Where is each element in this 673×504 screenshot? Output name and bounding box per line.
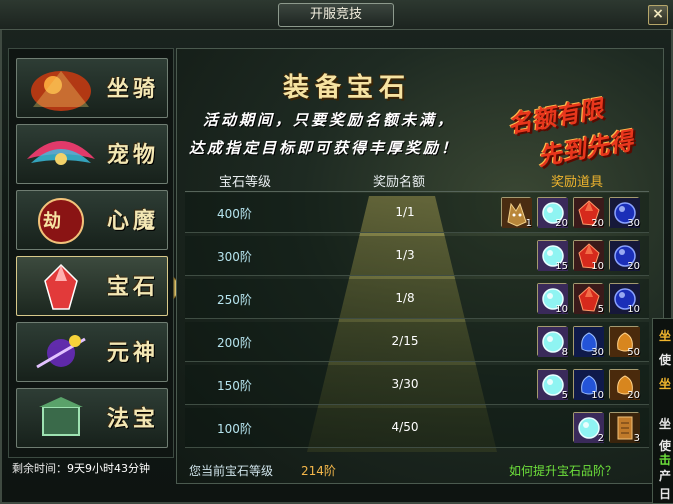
title-bar: 开服竞技 × <box>0 0 673 30</box>
tooltip-char: 坐 <box>659 417 672 431</box>
reward-item-slot[interactable]: 20 <box>609 369 640 401</box>
sidebar-item-label: 元神 <box>106 340 159 366</box>
pet-icon <box>27 141 95 165</box>
table-row: 200阶 2/15 8 30 50 <box>185 322 649 362</box>
header-reward-items: 奖励道具 <box>551 175 604 190</box>
reward-item-slot[interactable]: 10 <box>609 283 640 315</box>
reward-quota: 3/30 <box>391 377 419 391</box>
reward-item-slot[interactable]: 20 <box>609 240 640 272</box>
gem-level: 200阶 <box>217 336 252 350</box>
item-count: 10 <box>591 390 604 401</box>
reward-item-slot[interactable]: 1 <box>501 197 532 229</box>
sidebar-item[interactable]: 坐骑 <box>16 58 168 118</box>
tooltip-char: 产 <box>659 469 672 483</box>
reward-quota: 1/8 <box>395 291 415 305</box>
table-row: 300阶 1/3 15 10 20 <box>185 236 649 276</box>
gem-level: 250阶 <box>217 293 252 307</box>
reward-quota: 4/50 <box>391 420 419 434</box>
reward-quota: 1/1 <box>395 205 415 219</box>
reward-table: 宝石等级 奖励名额 奖励道具 400阶 1/1 1 20 20 30 300阶 1/3 15 10… <box>185 166 649 452</box>
sidebar-item[interactable]: 法宝 <box>16 388 168 448</box>
tooltip-char: 坐 <box>659 377 672 391</box>
tooltip-char: 击 <box>659 453 672 467</box>
table-row: 250阶 1/8 10 5 10 <box>185 279 649 319</box>
item-count: 15 <box>555 261 568 272</box>
sidebar-item[interactable]: 元神 <box>16 322 168 382</box>
table-row: 400阶 1/1 1 20 20 30 <box>185 193 649 233</box>
spirit-icon <box>36 335 86 369</box>
header-gem-level: 宝石等级 <box>219 175 272 190</box>
reward-quota: 2/15 <box>391 334 419 348</box>
sidebar-item[interactable]: 宠物 <box>16 124 168 184</box>
artifact-icon <box>39 397 83 436</box>
sidebar-item-label: 心魔 <box>106 208 159 234</box>
sidebar-item-label: 宠物 <box>106 142 159 168</box>
description-line-1: 活动期间，只要奖励名额未满， <box>203 111 456 129</box>
description-line-2: 达成指定目标即可获得丰厚奖励！ <box>189 139 460 157</box>
item-count: 10 <box>591 261 604 272</box>
reward-item-slot[interactable]: 15 <box>537 240 568 272</box>
current-level-value: 214阶 <box>301 464 336 478</box>
gem-level: 100阶 <box>217 422 252 436</box>
remaining-time: 剩余时间：9天9小时43分钟 <box>12 460 150 476</box>
remaining-time-value: 9天9小时43分钟 <box>67 462 150 475</box>
item-count: 30 <box>627 218 640 229</box>
window-title: 开服竞技 <box>278 3 394 27</box>
sidebar-item-label: 坐骑 <box>106 76 159 102</box>
mount-icon <box>31 71 91 111</box>
page-title: 装备宝石 <box>282 73 411 103</box>
gem-icon <box>44 263 78 310</box>
reward-item-slot[interactable]: 10 <box>537 283 568 315</box>
reward-item-slot[interactable]: 2 <box>573 412 604 444</box>
item-count: 20 <box>555 218 568 229</box>
item-count: 10 <box>555 304 568 315</box>
sidebar-item[interactable]: 劫 心魔 <box>16 190 168 250</box>
reward-item-slot[interactable]: 20 <box>573 197 604 229</box>
reward-item-slot[interactable]: 5 <box>537 369 568 401</box>
reward-quota: 1/3 <box>395 248 415 262</box>
tooltip-char: 日 <box>659 487 672 501</box>
reward-item-slot[interactable]: 30 <box>573 326 604 358</box>
reward-item-slot[interactable]: 5 <box>573 283 604 315</box>
sidebar-item-label: 法宝 <box>106 406 159 432</box>
tooltip-char: 使 <box>659 353 672 367</box>
sidebar-item-label: 宝石 <box>106 274 159 300</box>
demon-emblem-text: 劫 <box>43 211 61 232</box>
reward-item-slot[interactable]: 8 <box>537 326 568 358</box>
table-header: 宝石等级 奖励名额 奖励道具 <box>185 166 649 192</box>
item-count: 20 <box>627 390 640 401</box>
item-count: 5 <box>561 390 568 401</box>
item-count: 1 <box>525 218 532 229</box>
gem-event-panel: 装备宝石 活动期间，只要奖励名额未满， 达成指定目标即可获得丰厚奖励！ 名额有限… <box>176 48 664 484</box>
how-to-upgrade-link[interactable]: 如何提升宝石品阶？ <box>509 462 617 479</box>
reward-item-slot[interactable]: 50 <box>609 326 640 358</box>
gem-level: 300阶 <box>217 250 252 264</box>
tooltip-fragment: 坐使坐坐使击产日 <box>652 318 673 504</box>
header-quota: 奖励名额 <box>373 175 426 190</box>
demon-icon <box>38 198 84 244</box>
current-level-label: 您当前宝石等级 <box>189 464 274 478</box>
table-row: 150阶 3/30 5 10 20 <box>185 365 649 405</box>
item-count: 20 <box>591 218 604 229</box>
tooltip-char: 坐 <box>659 329 672 343</box>
item-count: 2 <box>597 433 604 444</box>
gem-level: 400阶 <box>217 207 252 221</box>
item-count: 30 <box>591 347 604 358</box>
gem-level: 150阶 <box>217 379 252 393</box>
close-button[interactable]: × <box>648 5 668 25</box>
sidebar-item[interactable]: 宝石 <box>16 256 168 316</box>
reward-item-slot[interactable]: 20 <box>537 197 568 229</box>
reward-item-slot[interactable]: 10 <box>573 369 604 401</box>
item-count: 50 <box>627 347 640 358</box>
item-count: 3 <box>633 433 640 444</box>
item-count: 20 <box>627 261 640 272</box>
table-row: 100阶 4/50 2 3 <box>185 408 649 448</box>
reward-item-slot[interactable]: 3 <box>609 412 640 444</box>
reward-item-slot[interactable]: 10 <box>573 240 604 272</box>
reward-item-slot[interactable]: 30 <box>609 197 640 229</box>
item-count: 10 <box>627 304 640 315</box>
item-count: 5 <box>597 304 604 315</box>
item-count: 8 <box>561 347 568 358</box>
remaining-time-label: 剩余时间： <box>12 462 67 475</box>
